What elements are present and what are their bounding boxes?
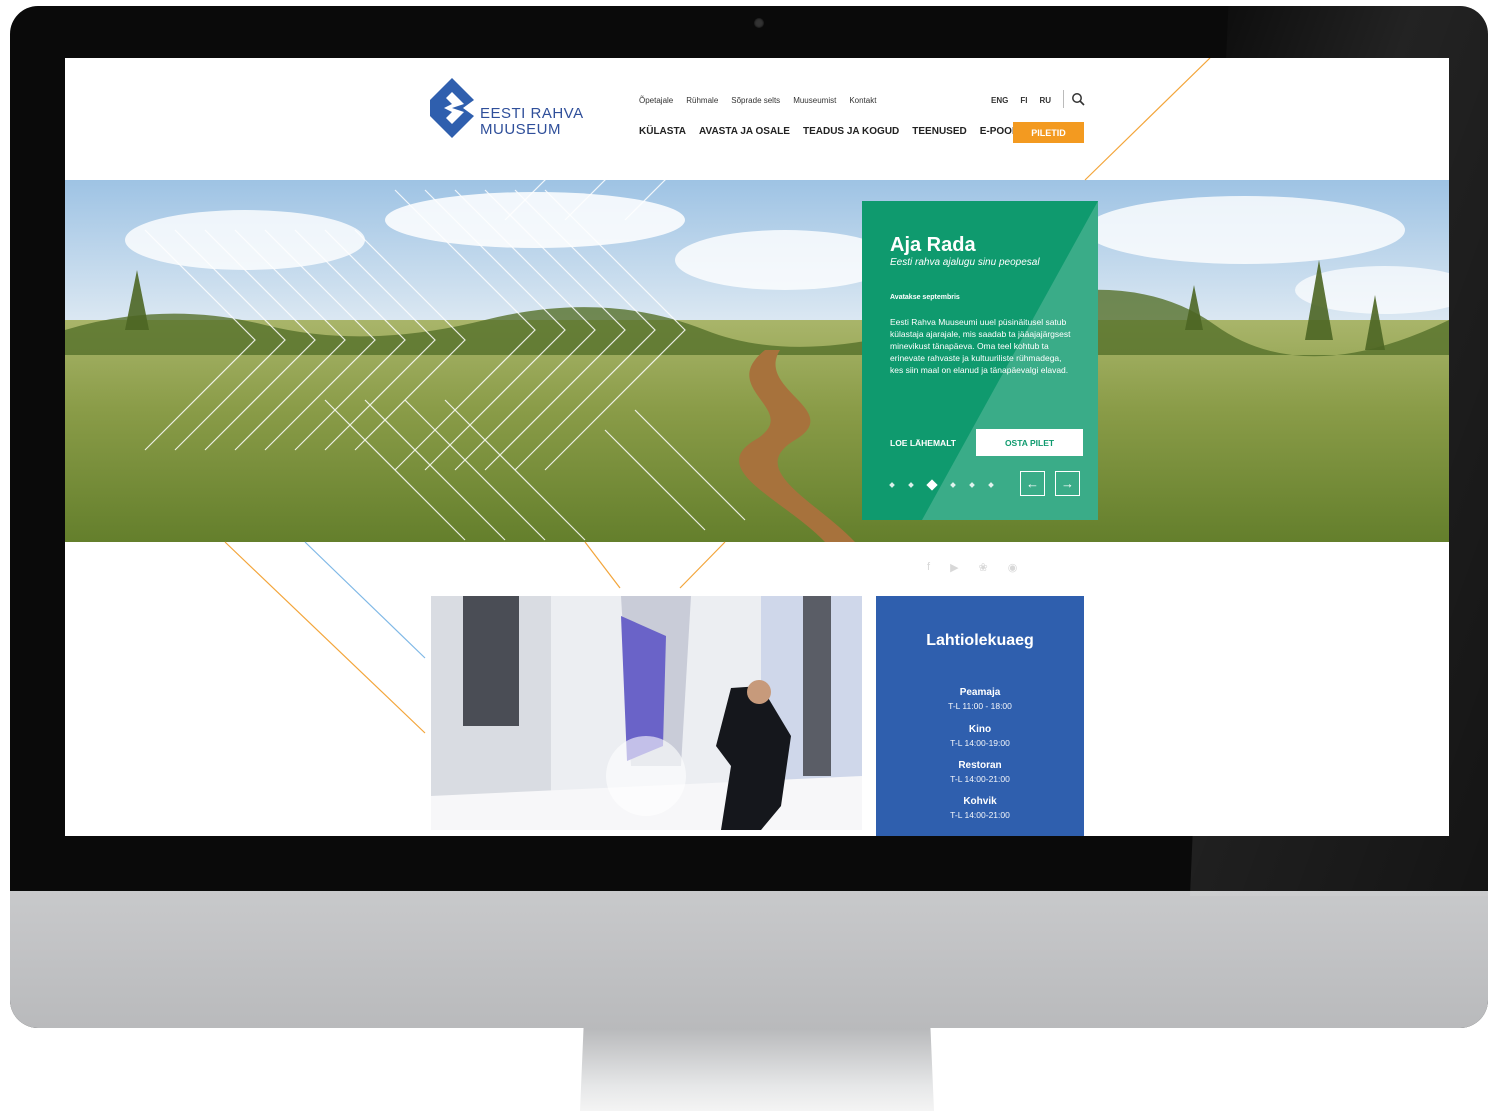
exhibition-photo[interactable] [431,596,862,830]
top-link-groups[interactable]: Rühmale [686,96,718,105]
lang-ru[interactable]: RU [1039,96,1051,105]
slider-dot[interactable] [988,482,994,488]
hours-item: Kino T-L 14:00-19:00 [876,723,1084,749]
hours-time: T-L 11:00 - 18:00 [948,701,1012,711]
nav-research[interactable]: TEADUS JA KOGUD [803,126,899,137]
twitter-icon[interactable]: ❀ [979,561,988,574]
top-link-contact[interactable]: Kontakt [849,96,876,105]
tickets-button[interactable]: PILETID [1013,122,1084,143]
hours-location: Kino [968,724,992,735]
hero-banner: Aja Rada Eesti rahva ajalugu sinu peopes… [65,180,1449,542]
hours-location: Peamaja [959,687,1001,698]
exhibition-subtitle: Eesti rahva ajalugu sinu peopesal [890,257,1040,268]
hours-item: Kohvik T-L 14:00-21:00 [876,795,1084,821]
top-link-teachers[interactable]: Õpetajale [639,96,673,105]
main-nav: KÜLASTA AVASTA JA OSALE TEADUS JA KOGUD … [639,126,1019,137]
language-switcher: ENG FI RU [991,96,1051,105]
arrow-left-icon: ← [1026,476,1039,491]
logo-text-line2: MUUSEUM [480,121,561,138]
arrow-right-icon: → [1061,476,1074,491]
top-links: Õpetajale Rühmale Sõprade selts Muuseumi… [639,96,876,105]
gallery-scene-image [431,596,862,830]
read-more-link[interactable]: LOE LÄHEMALT [890,438,956,448]
search-icon[interactable] [1071,92,1085,106]
slider-dot[interactable] [969,482,975,488]
logo-text-line1: EESTI RAHVA [480,105,584,122]
hours-item: Peamaja T-L 11:00 - 18:00 [876,686,1084,712]
social-links: f ▶ ❀ ◉ [927,561,1017,574]
logo-mark-icon [430,78,474,138]
lang-fi[interactable]: FI [1020,96,1027,105]
nav-discover[interactable]: AVASTA JA OSALE [699,126,790,137]
top-link-about[interactable]: Muuseumist [793,96,836,105]
instagram-icon[interactable]: ◉ [1008,561,1018,574]
top-link-friends[interactable]: Sõprade selts [731,96,780,105]
hours-time: T-L 14:00-19:00 [950,738,1010,748]
exhibition-date: Avatakse septembris [890,294,960,301]
nav-services[interactable]: TEENUSED [912,126,966,137]
camera-lens [754,18,764,28]
opening-hours-title: Lahtiolekuaeg [926,632,1034,649]
slider-dot[interactable] [908,482,914,488]
hours-item: Restoran T-L 14:00-21:00 [876,759,1084,785]
lang-eng[interactable]: ENG [991,96,1008,105]
slider-dot[interactable] [950,482,956,488]
museum-logo[interactable]: EESTI RAHVA MUUSEUM [430,76,590,140]
monitor-stand [580,1028,934,1111]
nav-visit[interactable]: KÜLASTA [639,126,686,137]
opening-hours-panel: Lahtiolekuaeg Peamaja T-L 11:00 - 18:00 … [876,596,1084,836]
slider-dot[interactable] [889,482,895,488]
buy-ticket-button[interactable]: OSTA PILET [976,429,1083,456]
slider-dots [889,479,994,491]
hours-time: T-L 14:00-21:00 [950,774,1010,784]
website-screen: EESTI RAHVA MUUSEUM Õpetajale Rühmale Sõ… [65,58,1449,836]
hours-location: Restoran [958,760,1002,771]
exhibition-title: Aja Rada [890,234,976,256]
header-divider [1063,90,1064,108]
hours-time: T-L 14:00-21:00 [950,810,1010,820]
youtube-icon[interactable]: ▶ [950,561,958,574]
hours-location: Kohvik [963,796,997,807]
slider-dot[interactable] [926,479,938,491]
facebook-icon[interactable]: f [927,561,930,574]
featured-exhibition-card: Aja Rada Eesti rahva ajalugu sinu peopes… [862,201,1098,520]
monitor-chin [10,891,1488,1028]
slider-next-button[interactable]: → [1055,471,1080,496]
exhibition-description: Eesti Rahva Muuseumi uuel püsinäitusel s… [890,317,1071,375]
bog-landscape-image [65,180,1449,542]
slider-prev-button[interactable]: ← [1020,471,1045,496]
